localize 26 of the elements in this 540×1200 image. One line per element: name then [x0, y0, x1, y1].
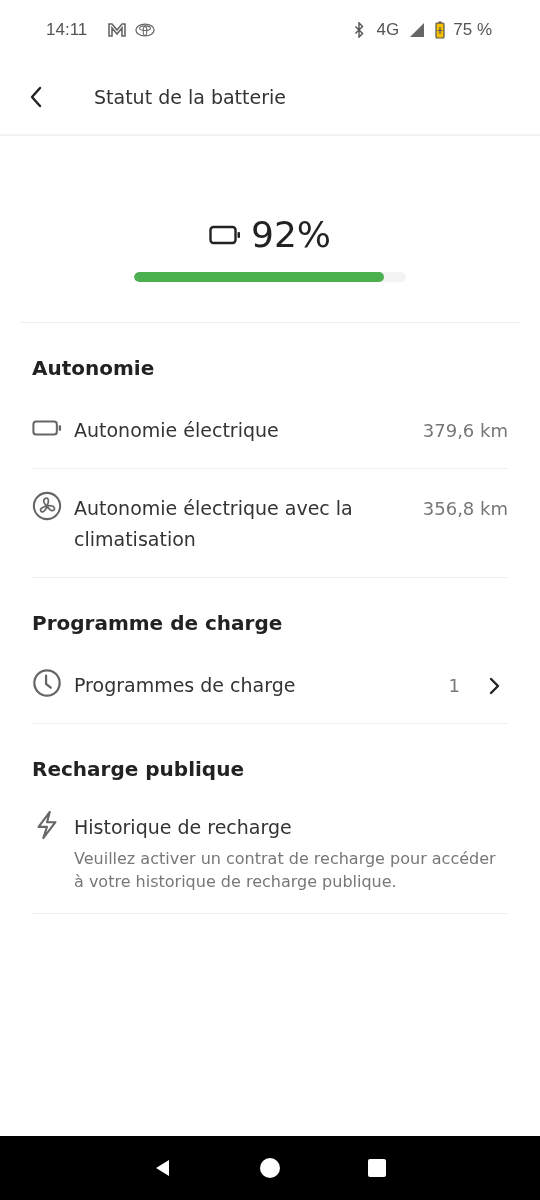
recents-nav-icon[interactable] [366, 1158, 387, 1178]
battery-percentage: 92% [251, 213, 331, 257]
section-title: Programme de charge [32, 610, 284, 637]
section-title: Autonomie [32, 355, 156, 382]
row-description: Veuillez activer un contrat de recharge pour accéder à votre historique de recharge publique. [74, 848, 497, 893]
row-label: Autonomie électrique avec la climatisation [74, 496, 354, 552]
mail-icon [107, 22, 128, 38]
section-title: Recharge publique [32, 756, 245, 783]
row-value: 379,6 km [422, 419, 508, 443]
row-label: Historique de recharge [74, 815, 293, 840]
back-icon[interactable] [28, 85, 44, 109]
battery-status-icon [435, 21, 446, 39]
page-title: Statut de la batterie [94, 86, 286, 108]
battery-percent: 75 % [453, 20, 492, 40]
status-time: 14:11 [46, 20, 88, 40]
clock-icon [32, 668, 62, 698]
row-count: 1 [448, 674, 460, 698]
battery-icon [209, 225, 241, 245]
network-type: 4G [376, 20, 400, 40]
chevron-right-icon[interactable] [488, 676, 500, 696]
row-label: Autonomie électrique [74, 418, 280, 443]
row-label[interactable]: Programmes de charge [74, 670, 417, 701]
fan-icon [32, 491, 62, 521]
row-value: 356,8 km [422, 497, 508, 521]
home-nav-icon[interactable] [260, 1158, 280, 1178]
car-logo-icon [135, 22, 156, 38]
